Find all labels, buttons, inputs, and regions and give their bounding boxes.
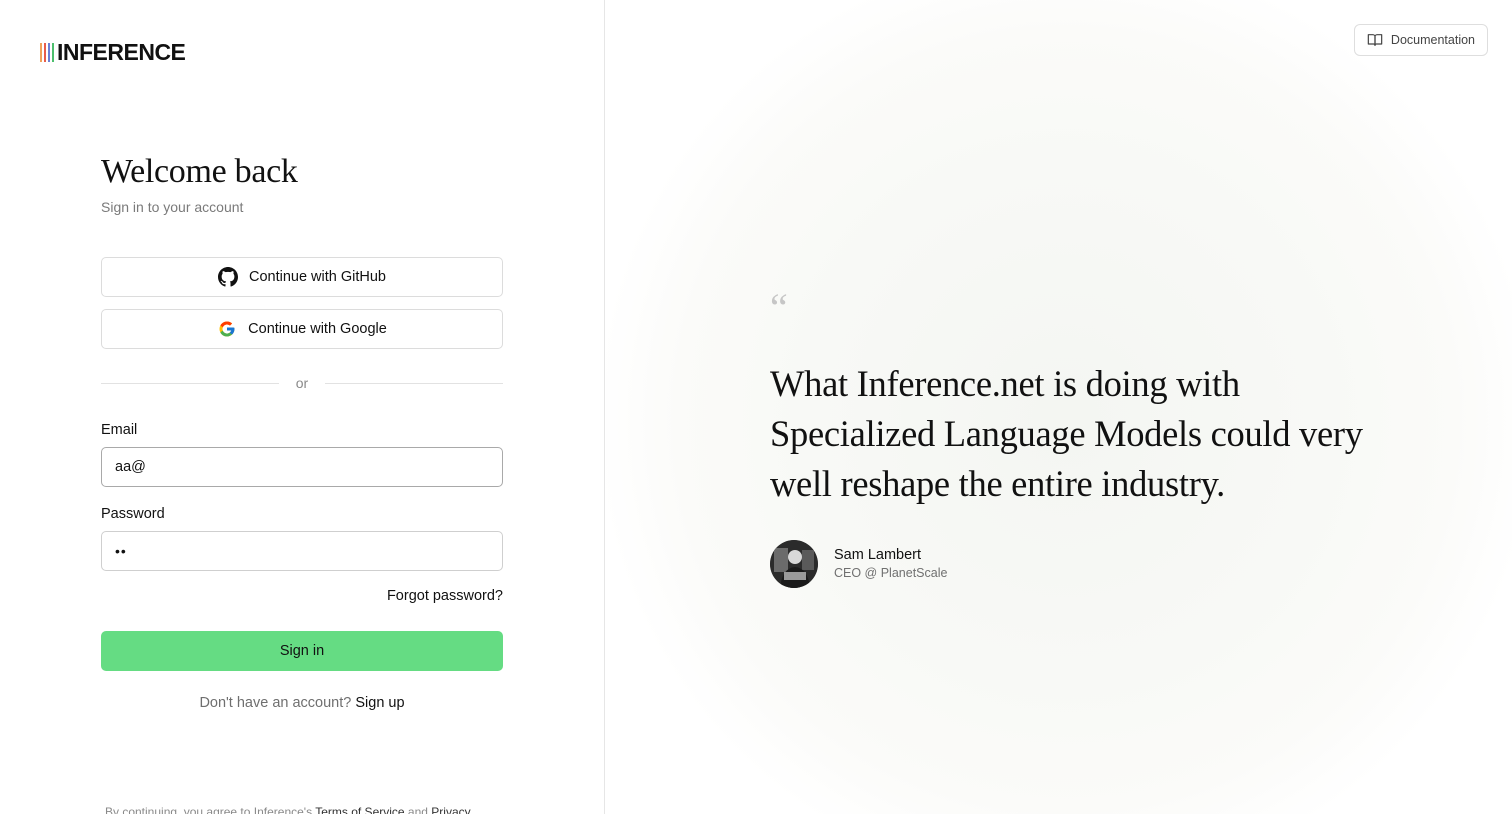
terms-prefix: By continuing, you agree to Inference's (105, 805, 313, 814)
documentation-label: Documentation (1390, 33, 1475, 47)
google-signin-button[interactable]: Continue with Google (101, 309, 503, 349)
logo-mark-icon (40, 42, 54, 62)
forgot-password-link[interactable]: Forgot password? (387, 588, 503, 604)
testimonial-author: Sam Lambert CEO @ PlanetScale (770, 540, 947, 588)
sign-in-button[interactable]: Sign in (101, 631, 503, 671)
divider-line-left (101, 382, 279, 384)
password-field[interactable]: •• (101, 531, 503, 571)
signup-prompt: Don't have an account? Sign up (101, 695, 503, 711)
divider-text: or (295, 375, 309, 391)
documentation-button[interactable]: Documentation (1353, 24, 1488, 56)
github-button-label: Continue with GitHub (248, 269, 386, 285)
sign-in-label: Sign in (279, 643, 325, 659)
divider-line-right (325, 382, 503, 384)
signup-prompt-text: Don't have an account? (199, 695, 352, 711)
avatar (770, 540, 818, 588)
author-role: CEO @ PlanetScale (834, 566, 948, 580)
privacy-link[interactable]: Privacy (431, 805, 470, 814)
testimonial-panel: Documentation “ What Inference.net is do… (606, 0, 1512, 814)
google-button-label: Continue with Google (248, 321, 387, 337)
google-icon (217, 319, 237, 339)
terms-and: and (407, 805, 428, 814)
email-field[interactable]: aa@ (101, 447, 503, 487)
github-signin-button[interactable]: Continue with GitHub (101, 257, 503, 297)
author-name: Sam Lambert (834, 547, 922, 563)
brand-logo[interactable]: INFERENCE (40, 39, 186, 65)
login-form: Welcome back Sign in to your account Con… (101, 150, 503, 711)
sign-up-link[interactable]: Sign up (355, 695, 404, 711)
terms-of-service-link[interactable]: Terms of Service (315, 805, 404, 814)
password-value: •• (115, 543, 127, 559)
or-divider: or (101, 373, 503, 393)
testimonial-quote: What Inference.net is doing with Special… (770, 363, 1363, 504)
github-icon (217, 267, 238, 287)
login-panel: INFERENCE Welcome back Sign in to your a… (0, 0, 605, 814)
password-label: Password (101, 506, 165, 522)
page-subtitle: Sign in to your account (101, 199, 244, 215)
quote-mark-icon: “ (770, 285, 788, 330)
email-label: Email (101, 422, 138, 438)
author-details: Sam Lambert CEO @ PlanetScale (834, 546, 947, 582)
book-icon (1367, 32, 1383, 48)
email-value: aa@ (115, 459, 146, 475)
terms-notice: By continuing, you agree to Inference's … (105, 805, 505, 814)
brand-name: INFERENCE (57, 39, 186, 65)
page-title: Welcome back (101, 153, 298, 190)
